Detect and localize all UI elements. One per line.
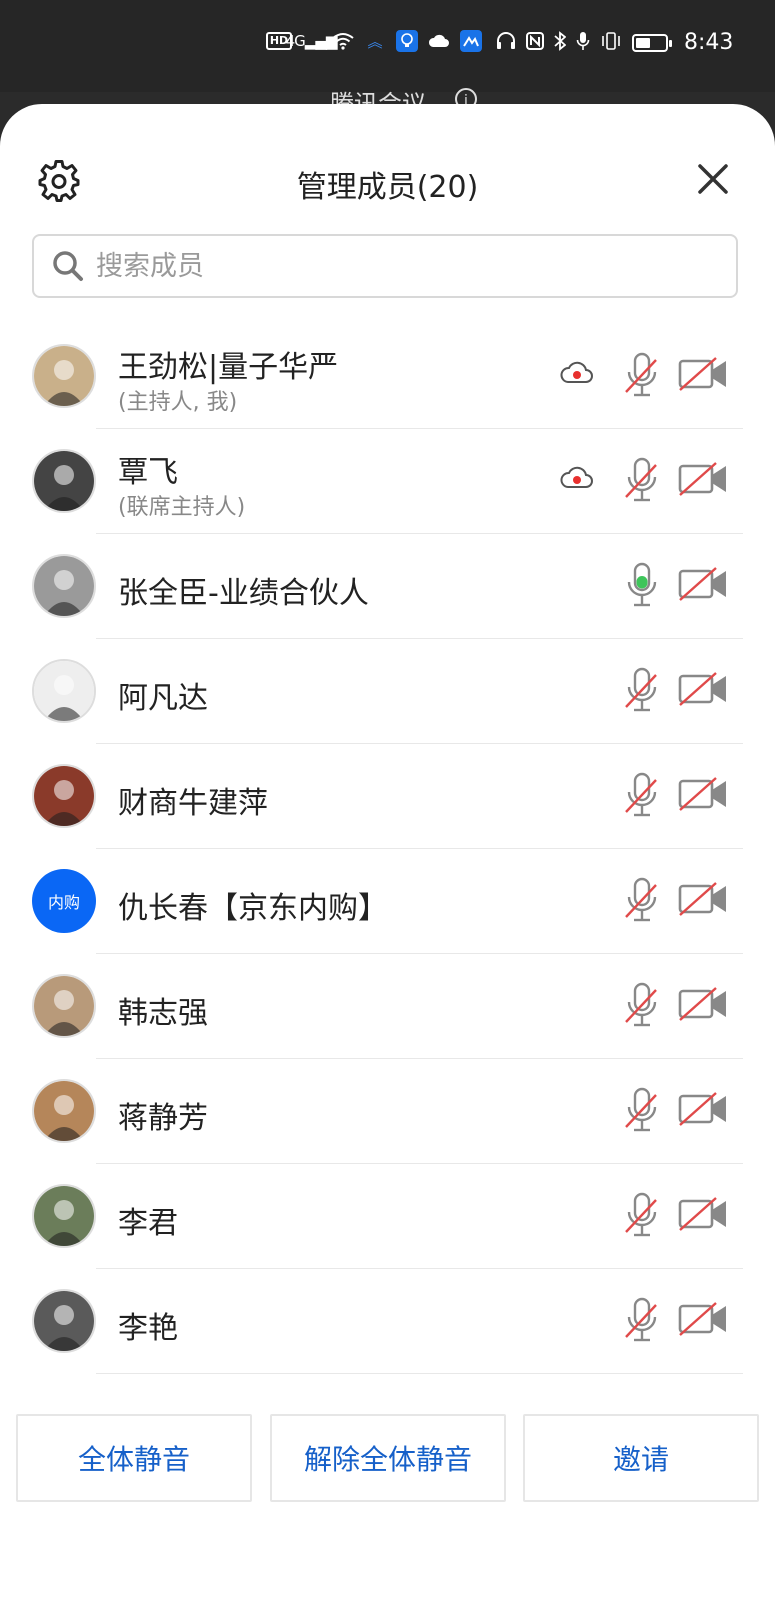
member-row[interactable]: 蒋静芳 — [0, 1059, 775, 1164]
camera-off-icon[interactable] — [678, 986, 728, 1022]
member-row[interactable]: 阿凡达 — [0, 639, 775, 744]
panel-title: 管理成员(20) — [296, 170, 479, 205]
4g-signal-icon: 4G ▂▄▆ — [285, 32, 338, 50]
member-name: 韩志强 — [118, 996, 208, 1031]
close-icon[interactable] — [696, 162, 730, 196]
cloud-recording-icon — [560, 361, 593, 383]
mute-all-button[interactable]: 全体静音 — [16, 1414, 252, 1502]
member-name: 阿凡达 — [118, 681, 208, 716]
avatar — [32, 1079, 96, 1143]
microphone-muted-icon[interactable] — [624, 457, 660, 503]
notification-icon: ︽ — [367, 32, 383, 51]
search-input[interactable] — [94, 249, 736, 283]
row-divider — [96, 1373, 743, 1374]
action-bar: 全体静音 解除全体静音 邀请 — [0, 1410, 775, 1600]
cloud-icon — [428, 30, 450, 52]
member-row[interactable]: 财商牛建萍 — [0, 744, 775, 849]
member-row[interactable]: 李君 — [0, 1164, 775, 1269]
panel-header: 管理成员(20) — [0, 104, 775, 298]
microphone-muted-icon[interactable] — [624, 667, 660, 713]
camera-off-icon[interactable] — [678, 881, 728, 917]
microphone-muted-icon[interactable] — [624, 352, 660, 398]
member-row[interactable]: 张全臣-业绩合伙人 — [0, 534, 775, 639]
battery-icon — [632, 33, 672, 52]
camera-off-icon[interactable] — [678, 566, 728, 602]
bluetooth-icon — [554, 30, 567, 55]
search-box[interactable] — [32, 234, 738, 298]
microphone-muted-icon[interactable] — [624, 1297, 660, 1343]
wifi-icon — [332, 30, 354, 52]
member-name: 李君 — [118, 1206, 178, 1241]
member-role: (主持人, 我) — [118, 390, 238, 415]
headphones-icon — [496, 31, 516, 54]
avatar — [32, 344, 96, 408]
member-name: 仇长春【京东内购】 — [118, 891, 388, 926]
avatar — [32, 659, 96, 723]
avatar — [32, 974, 96, 1038]
member-name: 财商牛建萍 — [118, 786, 268, 821]
microphone-muted-icon[interactable] — [624, 877, 660, 923]
camera-off-icon[interactable] — [678, 1091, 728, 1127]
camera-off-icon[interactable] — [678, 461, 728, 497]
camera-off-icon[interactable] — [678, 1196, 728, 1232]
camera-off-icon[interactable] — [678, 671, 728, 707]
avatar — [32, 554, 96, 618]
clock: 8:43 — [684, 30, 734, 55]
microphone-muted-icon[interactable] — [624, 982, 660, 1028]
member-list: 王劲松|量子华严 (主持人, 我) 覃飞 (联席主持人) 张全臣-业绩合伙人 阿凡达财商牛… — [0, 324, 775, 1514]
microphone-muted-icon[interactable] — [624, 1192, 660, 1238]
avatar — [32, 1184, 96, 1248]
member-name: 李艳 — [118, 1311, 178, 1346]
member-name: 张全臣-业绩合伙人 — [118, 576, 369, 611]
microphone-muted-icon[interactable] — [624, 1087, 660, 1133]
invite-button[interactable]: 邀请 — [523, 1414, 759, 1502]
avatar — [32, 449, 96, 513]
member-name: 王劲松|量子华严 — [118, 350, 339, 385]
camera-off-icon[interactable] — [678, 776, 728, 812]
member-name: 覃飞 — [118, 455, 178, 490]
unmute-all-button[interactable]: 解除全体静音 — [270, 1414, 506, 1502]
search-icon — [53, 251, 83, 281]
member-row[interactable]: 韩志强 — [0, 954, 775, 1059]
member-row[interactable]: 覃飞 (联席主持人) — [0, 429, 775, 534]
nfc-icon — [526, 31, 544, 54]
member-role: (联席主持人) — [118, 495, 246, 520]
microphone-icon — [576, 31, 590, 55]
vibrate-icon — [600, 31, 622, 54]
status-bar: HD 4G▂▄▆ ︽ 8:43 腾讯会 — [0, 0, 775, 118]
member-row[interactable]: 内购 仇长春【京东内购】 — [0, 849, 775, 954]
bulb-app-icon — [396, 30, 418, 52]
microphone-muted-icon[interactable] — [624, 772, 660, 818]
manage-members-panel: 管理成员(20) 王劲松|量子华严 (主持人, 我) 覃飞 (联席主持人) 张全臣-业绩… — [0, 104, 775, 1600]
cloud-recording-icon — [560, 466, 593, 488]
member-name: 蒋静芳 — [118, 1101, 208, 1136]
avatar — [32, 1289, 96, 1353]
microphone-active-icon[interactable] — [624, 562, 660, 608]
avatar-text: 内购 — [32, 869, 96, 933]
app-icon — [460, 30, 482, 52]
member-row[interactable]: 王劲松|量子华严 (主持人, 我) — [0, 324, 775, 429]
member-row[interactable]: 李艳 — [0, 1269, 775, 1374]
avatar — [32, 764, 96, 828]
camera-off-icon[interactable] — [678, 1301, 728, 1337]
camera-off-icon[interactable] — [678, 356, 728, 392]
